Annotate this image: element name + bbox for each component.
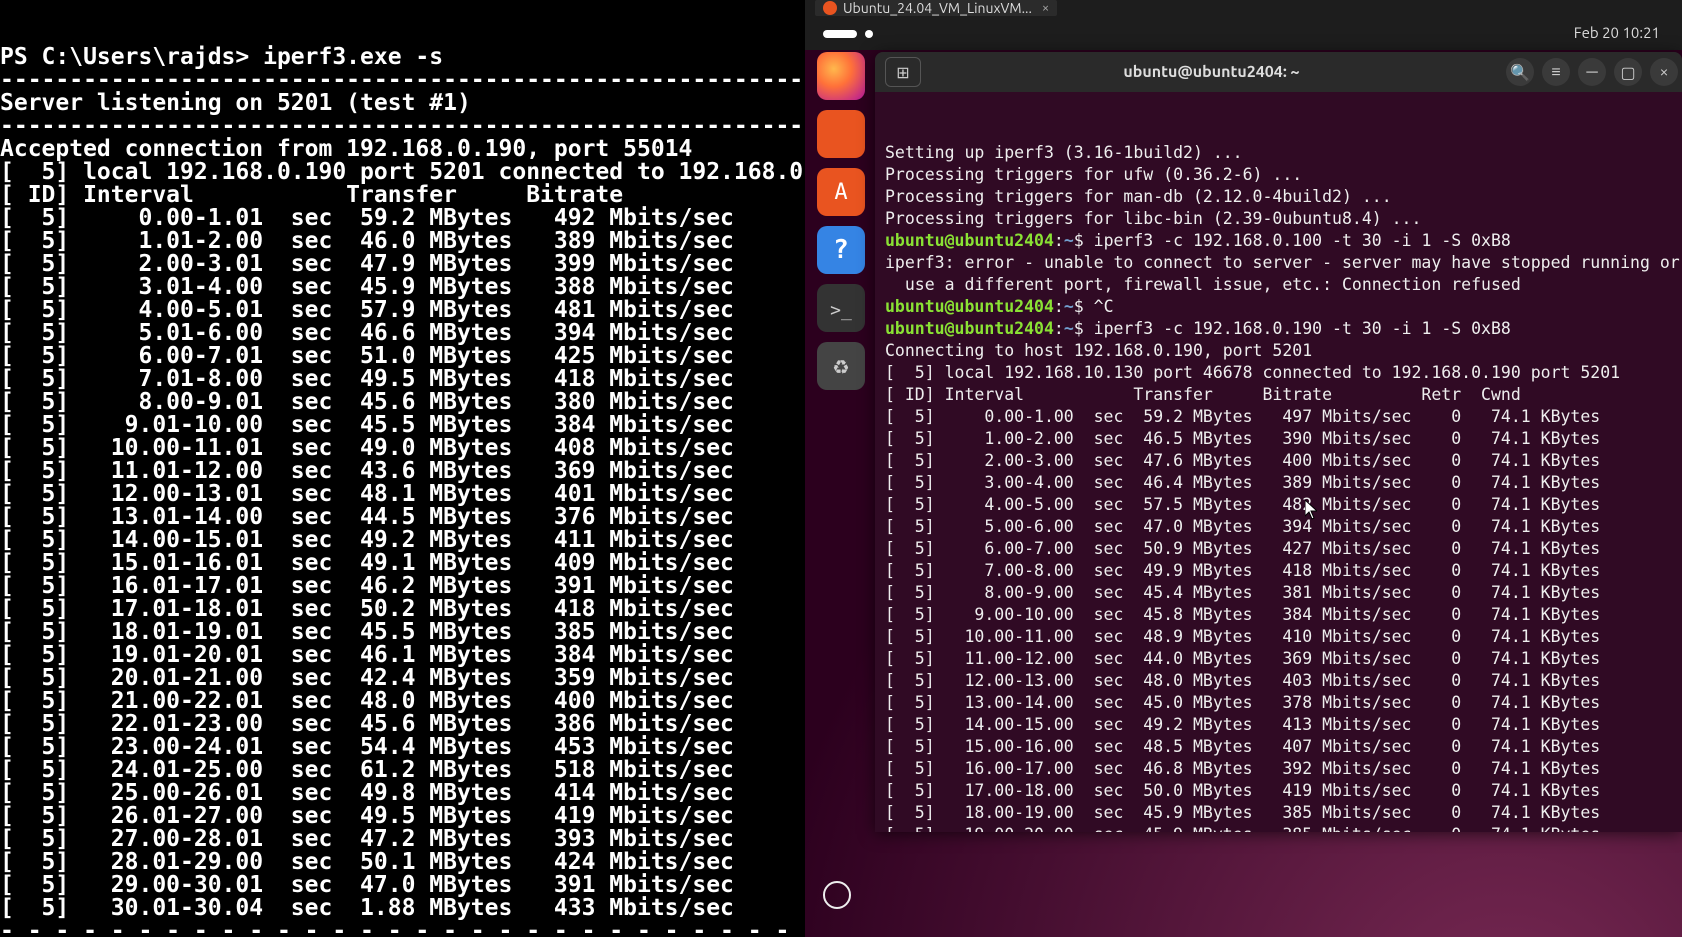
hamburger-icon[interactable]: ≡ xyxy=(1542,58,1570,86)
dock-files-icon[interactable] xyxy=(817,110,865,158)
ubuntu-desktop: Ubuntu_24.04_VM_LinuxVM... × Feb 20 10:2… xyxy=(805,0,1682,937)
vm-tab[interactable]: Ubuntu_24.04_VM_LinuxVM... × xyxy=(815,0,1057,16)
dock-trash-icon[interactable] xyxy=(817,342,865,390)
activities-button[interactable] xyxy=(823,30,857,38)
ubuntu-logo-icon xyxy=(823,1,837,15)
terminal-title: ubuntu@ubuntu2404: ~ xyxy=(921,63,1502,81)
gnome-terminal-window: ⊞ ubuntu@ubuntu2404: ~ 🔍 ≡ ─ ▢ × Setting… xyxy=(875,52,1682,832)
clock[interactable]: Feb 20 10:21 xyxy=(1574,24,1660,41)
dock-terminal-icon[interactable] xyxy=(817,284,865,332)
vm-titlebar: Ubuntu_24.04_VM_LinuxVM... × xyxy=(805,0,1682,18)
dock-show-apps-icon[interactable] xyxy=(813,871,861,919)
close-icon[interactable]: × xyxy=(1042,1,1049,15)
new-tab-button[interactable]: ⊞ xyxy=(885,57,921,87)
dock-software-icon[interactable]: A xyxy=(817,168,865,216)
terminal-headerbar: ⊞ ubuntu@ubuntu2404: ~ 🔍 ≡ ─ ▢ × xyxy=(875,52,1682,92)
powershell-terminal[interactable]: PS C:\Users\rajds> iperf3.exe -s -------… xyxy=(0,0,805,937)
maximize-icon[interactable]: ▢ xyxy=(1614,58,1642,86)
close-window-icon[interactable]: × xyxy=(1650,58,1678,86)
powershell-output: PS C:\Users\rajds> iperf3.exe -s -------… xyxy=(0,46,805,937)
minimize-icon[interactable]: ─ xyxy=(1578,58,1606,86)
terminal-body[interactable]: Setting up iperf3 (3.16-1build2) ... Pro… xyxy=(875,92,1682,832)
ubuntu-dock: A xyxy=(813,52,869,390)
vm-tab-label: Ubuntu_24.04_VM_LinuxVM... xyxy=(843,0,1032,16)
gnome-topbar[interactable]: Feb 20 10:21 xyxy=(805,18,1682,50)
mouse-cursor-icon xyxy=(1305,500,1317,520)
dock-help-icon[interactable] xyxy=(817,226,865,274)
dock-firefox-icon[interactable] xyxy=(817,52,865,100)
search-icon[interactable]: 🔍 xyxy=(1506,58,1534,86)
